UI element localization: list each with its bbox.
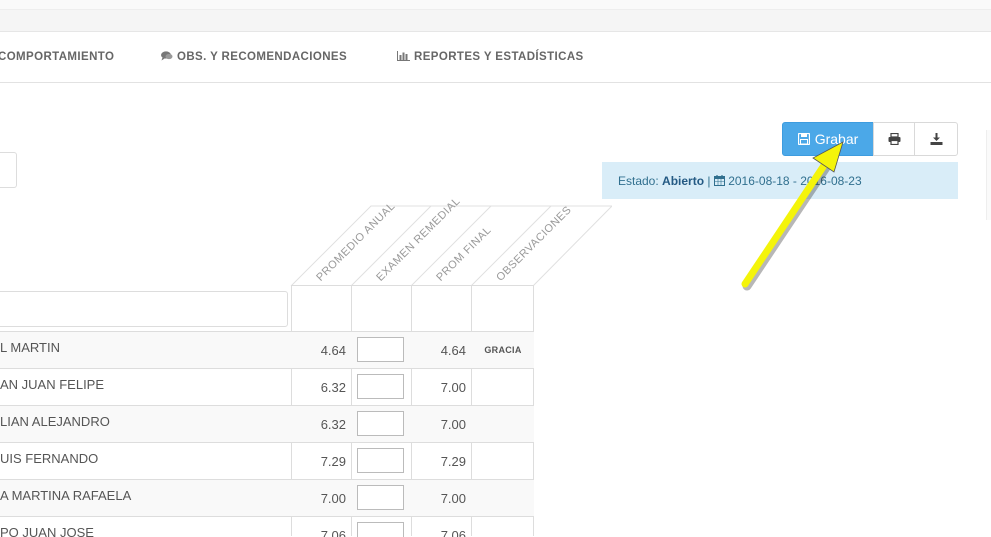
tab-label: COMPORTAMIENTO bbox=[0, 51, 115, 63]
observacion bbox=[472, 517, 534, 537]
examen-remedial-input[interactable] bbox=[357, 522, 404, 537]
prom-final: 7.00 bbox=[440, 380, 466, 395]
promedio-anual: 6.32 bbox=[320, 417, 346, 432]
table-row: L MARTIN 4.64 4.64 GRACIA bbox=[0, 331, 534, 369]
side-panel-edge bbox=[986, 130, 991, 220]
download-icon bbox=[930, 133, 942, 145]
prom-final: 4.64 bbox=[440, 343, 466, 358]
student-name: L MARTIN bbox=[0, 340, 60, 355]
tab-label: REPORTES Y ESTADÍSTICAS bbox=[414, 51, 584, 63]
table-row: LIAN ALEJANDRO 6.32 7.00 bbox=[0, 405, 534, 443]
comments-icon bbox=[161, 51, 173, 61]
observacion bbox=[472, 443, 534, 480]
status-separator: | bbox=[707, 174, 711, 188]
examen-remedial-input[interactable] bbox=[357, 337, 404, 362]
tab-bar: COMPORTAMIENTO OBS. Y RECOMENDACIONES RE… bbox=[0, 32, 991, 83]
student-name: AN JUAN FELIPE bbox=[0, 377, 105, 392]
table-row: AN JUAN FELIPE 6.32 7.00 bbox=[0, 368, 534, 406]
top-bar bbox=[0, 0, 991, 32]
select-box[interactable] bbox=[0, 152, 17, 188]
prom-final: 7.06 bbox=[440, 528, 466, 537]
tab-reportes[interactable]: REPORTES Y ESTADÍSTICAS bbox=[397, 32, 584, 82]
examen-remedial-input[interactable] bbox=[357, 411, 404, 436]
observacion bbox=[472, 369, 534, 406]
student-name: UIS FERNANDO bbox=[0, 451, 99, 466]
prom-final: 7.00 bbox=[440, 491, 466, 506]
examen-remedial-input[interactable] bbox=[357, 448, 404, 473]
annotation-arrow bbox=[741, 141, 844, 291]
status-value: Abierto bbox=[662, 174, 705, 188]
download-button[interactable] bbox=[914, 122, 958, 156]
student-name: PO JUAN JOSE bbox=[0, 525, 94, 537]
examen-remedial-input[interactable] bbox=[357, 485, 404, 510]
prom-final: 7.00 bbox=[440, 417, 466, 432]
observacion bbox=[472, 406, 534, 443]
name-filter-input[interactable] bbox=[0, 291, 288, 327]
promedio-anual: 7.29 bbox=[320, 454, 346, 469]
status-label: Estado: bbox=[618, 174, 659, 188]
promedio-anual: 7.06 bbox=[320, 528, 346, 537]
observacion: GRACIA bbox=[484, 345, 522, 355]
promedio-anual: 6.32 bbox=[320, 380, 346, 395]
student-name: LIAN ALEJANDRO bbox=[0, 414, 110, 429]
tab-label: OBS. Y RECOMENDACIONES bbox=[177, 51, 348, 63]
table-row: A MARTINA RAFAELA 7.00 7.00 bbox=[0, 479, 534, 517]
calendar-icon bbox=[713, 175, 725, 186]
promedio-anual: 7.00 bbox=[320, 491, 346, 506]
tab-obs-recomendaciones[interactable]: OBS. Y RECOMENDACIONES bbox=[161, 32, 347, 82]
prom-final: 7.29 bbox=[440, 454, 466, 469]
print-icon bbox=[888, 133, 900, 145]
table-row: UIS FERNANDO 7.29 7.29 bbox=[0, 442, 534, 480]
print-button[interactable] bbox=[873, 122, 915, 156]
bar-chart-icon bbox=[397, 51, 410, 61]
observacion bbox=[472, 480, 534, 517]
table-row: PO JUAN JOSE 7.06 7.06 bbox=[0, 516, 534, 537]
examen-remedial-input[interactable] bbox=[357, 374, 404, 399]
tab-comportamiento[interactable]: COMPORTAMIENTO bbox=[0, 32, 114, 82]
student-name: A MARTINA RAFAELA bbox=[0, 488, 132, 503]
promedio-anual: 4.64 bbox=[320, 343, 346, 358]
